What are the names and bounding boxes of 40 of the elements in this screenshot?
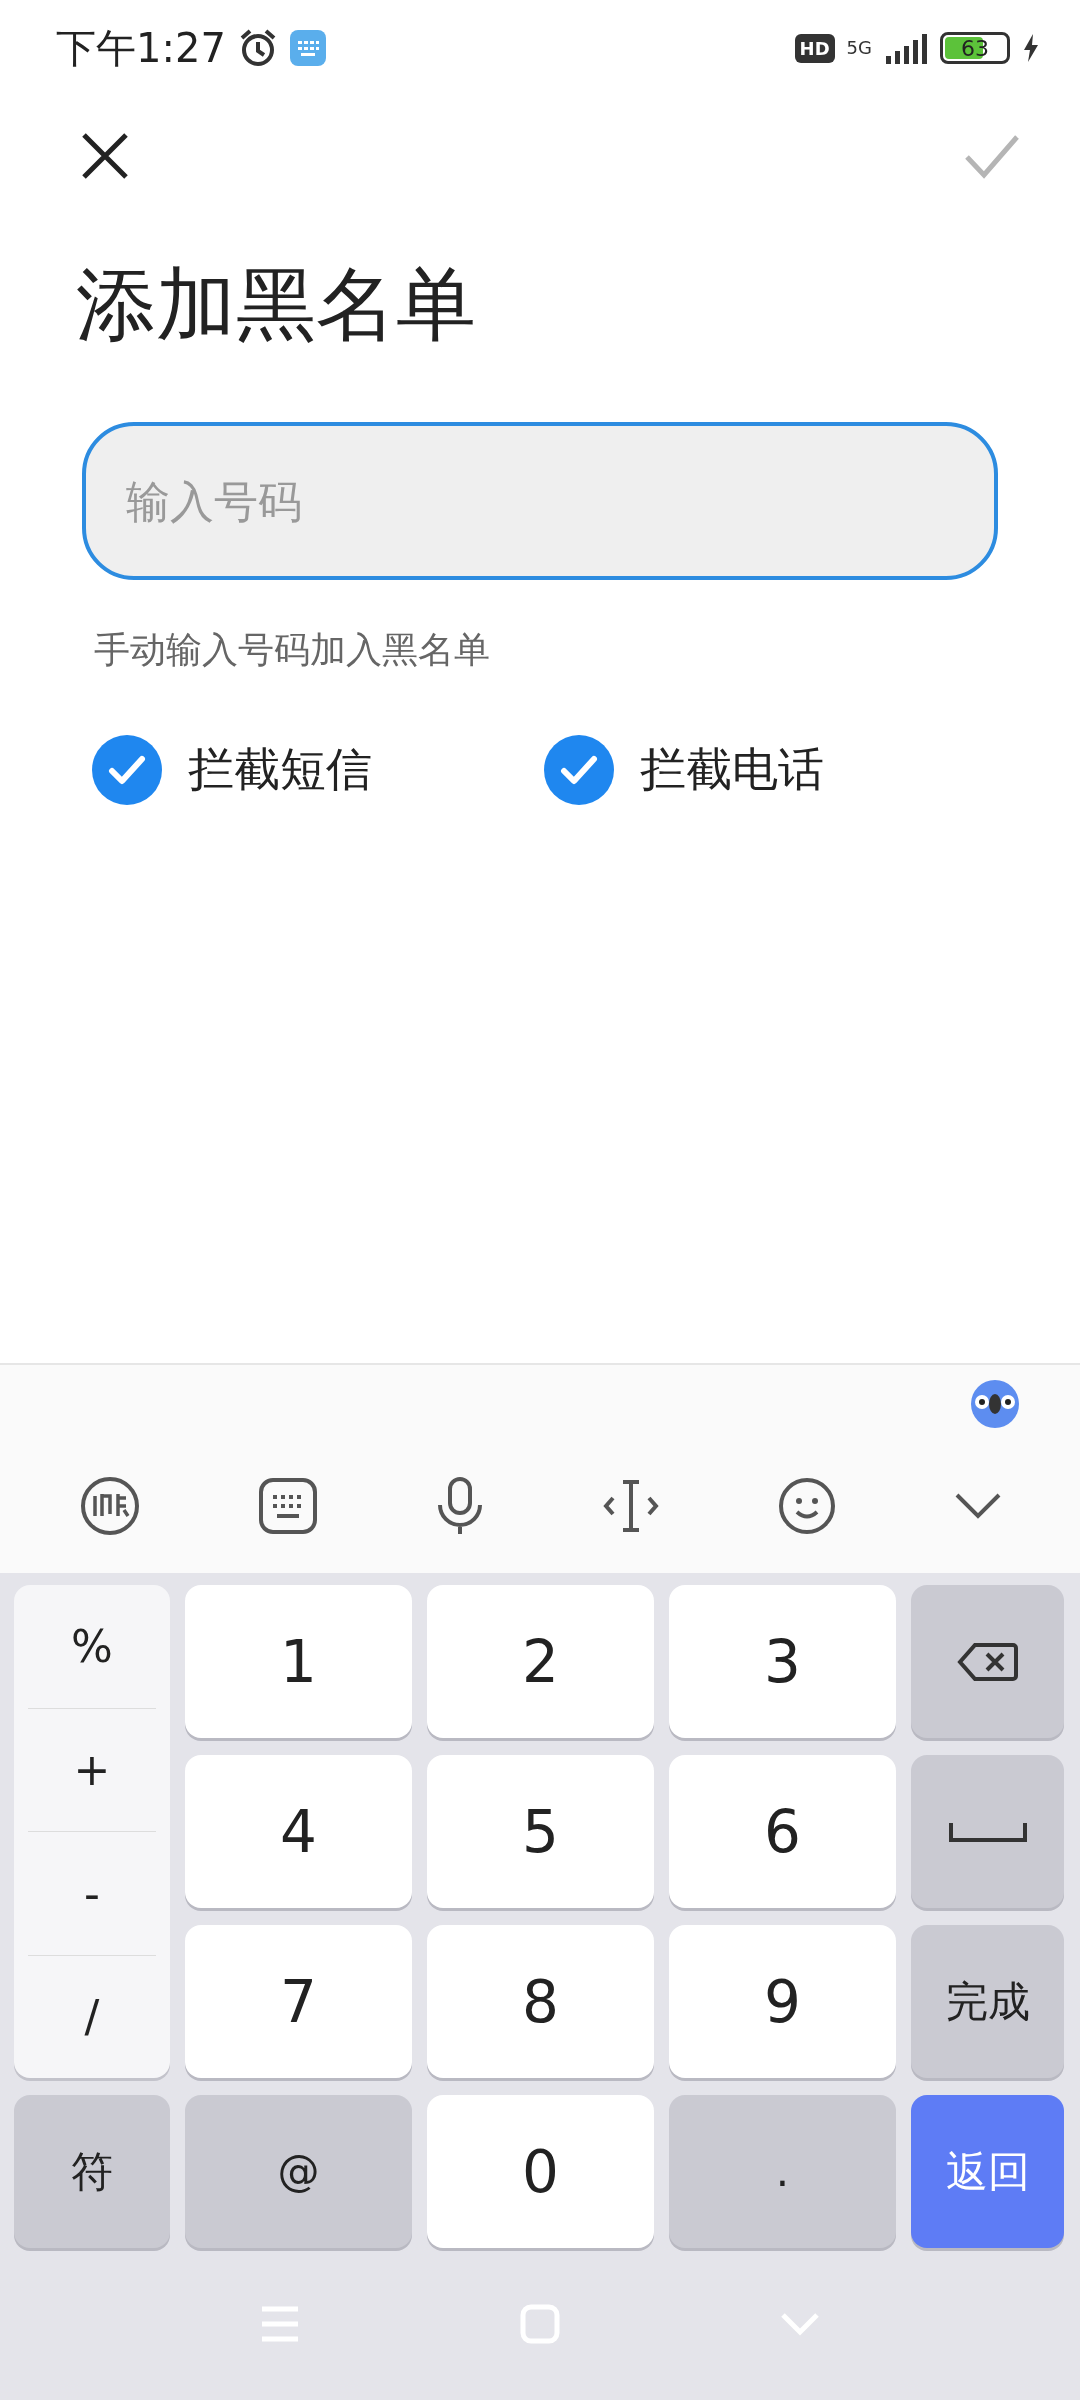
close-button[interactable] (80, 131, 130, 181)
function-key[interactable]: . (669, 2095, 896, 2248)
keyboard-icon[interactable] (258, 1478, 317, 1534)
emoji-icon[interactable] (777, 1477, 836, 1535)
digit-key[interactable]: 1 (185, 1585, 412, 1738)
symbol-key[interactable]: - (28, 1832, 156, 1956)
digit-key[interactable]: 4 (185, 1755, 412, 1908)
block-option-checkbox[interactable]: 拦截电话 (544, 735, 996, 805)
cursor-move-icon[interactable] (602, 1478, 659, 1534)
input-method-logo-icon[interactable] (79, 1476, 140, 1536)
microphone-icon[interactable] (435, 1477, 484, 1535)
return-key[interactable]: 返回 (911, 2095, 1064, 2248)
symbol-key[interactable]: + (28, 1708, 156, 1832)
signal-icon (884, 32, 928, 64)
digit-key[interactable]: 0 (427, 2095, 654, 2248)
digit-key[interactable]: 3 (669, 1585, 896, 1738)
charging-icon (1022, 33, 1040, 63)
digit-key[interactable]: 8 (427, 1925, 654, 2078)
hint-text: 手动输入号码加入黑名单 (94, 628, 491, 672)
symbol-key[interactable]: % (28, 1585, 156, 1709)
digit-key[interactable]: 2 (427, 1585, 654, 1738)
digit-key[interactable]: 6 (669, 1755, 896, 1908)
digit-key[interactable]: 5 (427, 1755, 654, 1908)
backspace-key[interactable] (911, 1585, 1064, 1738)
function-key[interactable]: 符 (14, 2095, 170, 2248)
keyboard-app-icon (289, 30, 326, 66)
number-input-field[interactable]: 输入号码 (82, 422, 998, 580)
digit-key[interactable]: 7 (185, 1925, 412, 2078)
function-key[interactable]: @ (185, 2095, 412, 2248)
mascot-icon[interactable] (970, 1379, 1020, 1429)
network-type: 5G (846, 39, 872, 57)
collapse-keyboard-icon[interactable] (954, 1493, 1001, 1519)
digit-key[interactable]: 9 (669, 1925, 896, 2078)
hd-badge: HD (794, 33, 835, 63)
block-option-checkbox[interactable]: 拦截短信 (92, 735, 544, 805)
status-time: 下午1:27 (56, 23, 226, 73)
function-key[interactable]: 完成 (911, 1925, 1064, 2078)
page-title: 添加黑名单 (76, 257, 477, 353)
backspace-icon (956, 1641, 1019, 1682)
symbol-key[interactable]: / (28, 1955, 156, 2078)
